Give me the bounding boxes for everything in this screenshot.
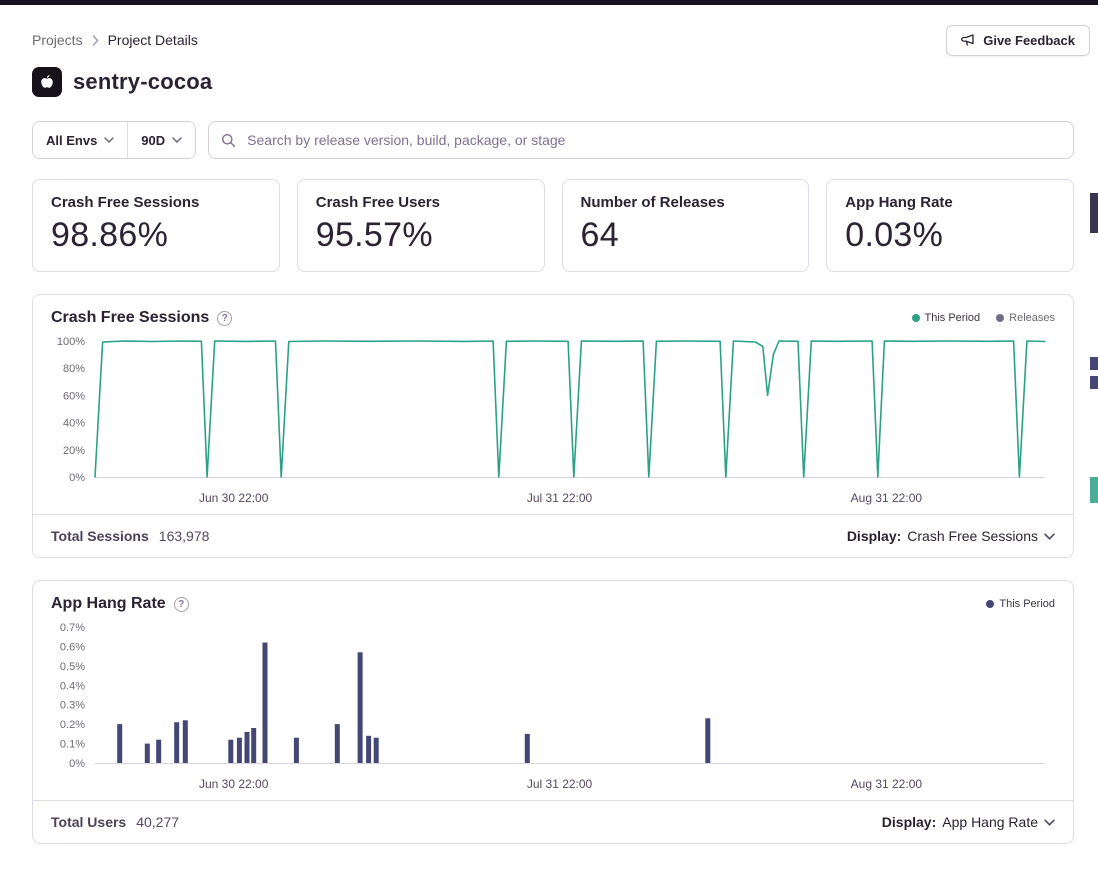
total-users: Total Users 40,277 — [51, 814, 179, 830]
breadcrumb: Projects Project Details — [32, 32, 198, 48]
stat-value: 0.03% — [845, 216, 1055, 255]
display-label: Display: — [847, 528, 901, 544]
legend-dot-icon — [912, 314, 920, 322]
svg-text:0.7%: 0.7% — [60, 622, 85, 634]
svg-text:0%: 0% — [69, 758, 85, 770]
panel-footer: Total Sessions 163,978 Display: Crash Fr… — [33, 514, 1073, 557]
filter-bar: All Envs 90D — [32, 121, 1074, 159]
svg-text:Aug 31 22:00: Aug 31 22:00 — [851, 777, 923, 791]
display-selector[interactable]: Display: App Hang Rate — [882, 814, 1055, 830]
page-header: Projects Project Details Give Feedback — [32, 23, 1090, 57]
svg-text:100%: 100% — [57, 336, 85, 348]
svg-text:0%: 0% — [69, 472, 85, 484]
legend-item[interactable]: Releases — [996, 312, 1055, 324]
display-selector[interactable]: Display: Crash Free Sessions — [847, 528, 1055, 544]
total-value: 163,978 — [159, 528, 210, 544]
search-icon — [221, 133, 236, 148]
total-label: Total Sessions — [51, 528, 149, 544]
legend-label: This Period — [925, 312, 981, 324]
environment-filter-dropdown[interactable]: All Envs — [33, 122, 127, 158]
panel-header: Crash Free Sessions ? This Period Release… — [33, 295, 1073, 329]
svg-text:0.4%: 0.4% — [60, 680, 85, 692]
chevron-down-icon — [172, 137, 182, 143]
svg-text:0.3%: 0.3% — [60, 700, 85, 712]
chart-legend: This Period Releases — [912, 312, 1056, 324]
legend-label: Releases — [1009, 312, 1055, 324]
legend-item[interactable]: This Period — [986, 598, 1055, 610]
stat-label: Number of Releases — [581, 194, 791, 211]
svg-text:60%: 60% — [63, 390, 85, 402]
svg-text:Jul 31 22:00: Jul 31 22:00 — [527, 777, 593, 791]
svg-text:Jul 31 22:00: Jul 31 22:00 — [527, 491, 593, 505]
clipped-content-artifact — [1090, 376, 1098, 389]
breadcrumb-current: Project Details — [108, 32, 198, 48]
give-feedback-label: Give Feedback — [983, 33, 1075, 48]
date-range-label: 90D — [141, 133, 165, 148]
stat-value: 98.86% — [51, 216, 261, 255]
display-value: Crash Free Sessions — [907, 528, 1038, 544]
app-hang-rate-help-icon[interactable]: ? — [174, 597, 189, 612]
give-feedback-button[interactable]: Give Feedback — [946, 25, 1090, 56]
total-value: 40,277 — [136, 814, 179, 830]
clipped-content-artifact — [1090, 193, 1098, 233]
svg-text:0.6%: 0.6% — [60, 641, 85, 653]
svg-text:Jun 30 22:00: Jun 30 22:00 — [199, 491, 269, 505]
stat-card-crash-free-users: Crash Free Users 95.57% — [297, 179, 545, 272]
crash-free-sessions-chart[interactable]: 0% 20% 40% 60% 80% 100% Jun 30 22:00 Jul 31 22:… — [33, 329, 1073, 514]
apple-platform-icon — [32, 67, 62, 97]
svg-text:Aug 31 22:00: Aug 31 22:00 — [851, 491, 923, 505]
date-range-dropdown[interactable]: 90D — [127, 122, 195, 158]
chevron-down-icon — [1044, 533, 1055, 540]
display-label: Display: — [882, 814, 936, 830]
clipped-content-artifact — [1090, 477, 1098, 503]
legend-dot-icon — [996, 314, 1004, 322]
panel-title: App Hang Rate — [51, 595, 166, 613]
chevron-down-icon — [104, 137, 114, 143]
svg-text:0.5%: 0.5% — [60, 661, 85, 673]
stat-card-crash-free-sessions: Crash Free Sessions 98.86% — [32, 179, 280, 272]
release-search-box — [208, 121, 1074, 159]
crash-free-sessions-help-icon[interactable]: ? — [217, 311, 232, 326]
project-title: sentry-cocoa — [73, 69, 212, 95]
svg-text:40%: 40% — [63, 418, 85, 430]
svg-text:0.1%: 0.1% — [60, 739, 85, 751]
stat-label: Crash Free Sessions — [51, 194, 261, 211]
legend-item[interactable]: This Period — [912, 312, 981, 324]
breadcrumb-projects-link[interactable]: Projects — [32, 32, 83, 48]
legend-dot-icon — [986, 600, 994, 608]
stat-label: App Hang Rate — [845, 194, 1055, 211]
stats-summary-row: Crash Free Sessions 98.86% Crash Free Us… — [32, 179, 1074, 272]
total-label: Total Users — [51, 814, 126, 830]
crash-free-sessions-panel: Crash Free Sessions ? This Period Release… — [32, 294, 1074, 558]
app-hang-rate-panel: App Hang Rate ? This Period 0% 0.1% 0.2% 0.… — [32, 580, 1074, 844]
panel-header: App Hang Rate ? This Period — [33, 581, 1073, 615]
clipped-content-artifact — [1090, 357, 1098, 370]
release-search-input[interactable] — [245, 131, 1061, 149]
legend-label: This Period — [999, 598, 1055, 610]
chart-legend: This Period — [986, 598, 1055, 610]
svg-text:Jun 30 22:00: Jun 30 22:00 — [199, 777, 269, 791]
stat-card-app-hang-rate: App Hang Rate 0.03% — [826, 179, 1074, 272]
environment-filter-label: All Envs — [46, 133, 97, 148]
stat-value: 95.57% — [316, 216, 526, 255]
display-value: App Hang Rate — [942, 814, 1038, 830]
svg-text:20%: 20% — [63, 445, 85, 457]
stat-value: 64 — [581, 216, 791, 255]
project-title-row: sentry-cocoa — [32, 67, 1074, 97]
total-sessions: Total Sessions 163,978 — [51, 528, 209, 544]
stat-label: Crash Free Users — [316, 194, 526, 211]
chevron-down-icon — [1044, 819, 1055, 826]
app-hang-rate-chart[interactable]: 0% 0.1% 0.2% 0.3% 0.4% 0.5% 0.6% 0.7% Jun 30 22:… — [33, 615, 1073, 800]
panel-title: Crash Free Sessions — [51, 309, 209, 327]
svg-text:0.2%: 0.2% — [60, 719, 85, 731]
project-details-page: Projects Project Details Give Feedback s… — [0, 5, 1098, 844]
stat-card-number-of-releases: Number of Releases 64 — [562, 179, 810, 272]
filter-dropdown-group: All Envs 90D — [32, 121, 196, 159]
panel-footer: Total Users 40,277 Display: App Hang Rat… — [33, 800, 1073, 843]
megaphone-icon — [961, 33, 975, 47]
chevron-right-icon — [92, 35, 99, 46]
svg-text:80%: 80% — [63, 363, 85, 375]
